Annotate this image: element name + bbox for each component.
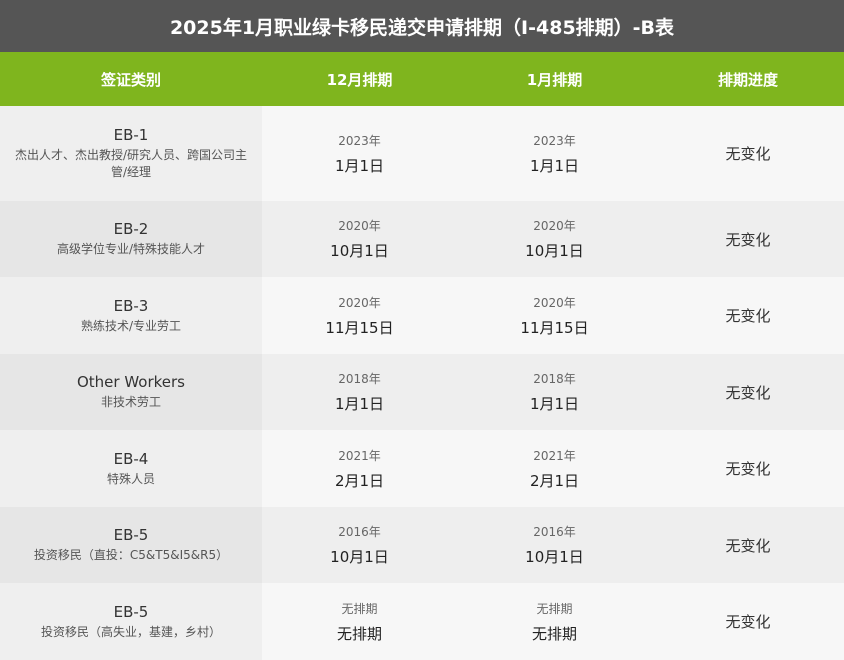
category-description: 杰出人才、杰出教授/研究人员、跨国公司主管/经理 (14, 148, 248, 179)
january-year: 2021年 (533, 448, 576, 463)
category-code: Other Workers (76, 373, 186, 391)
table-row: EB-2 高级学位专业/特殊技能人才 2020年 10月1日 2020年 10月… (0, 201, 844, 277)
january-cell: 2021年 2月1日 (457, 430, 652, 507)
january-year: 2020年 (533, 295, 576, 310)
january-year: 2023年 (533, 133, 576, 148)
january-date: 无排期 (531, 624, 577, 643)
category-description: 高级学位专业/特殊技能人才 (56, 242, 206, 256)
december-year: 2021年 (338, 448, 381, 463)
progress-cell: 无变化 (652, 430, 844, 507)
progress-cell: 无变化 (652, 583, 844, 660)
header-progress: 排期进度 (717, 70, 778, 89)
category-code: EB-5 (113, 526, 149, 544)
january-cell: 2016年 10月1日 (457, 507, 652, 583)
table-title: 2025年1月职业绿卡移民递交申请排期（I-485排期）-B表 (0, 0, 844, 52)
progress-text: 无变化 (725, 145, 771, 163)
progress-cell: 无变化 (652, 201, 844, 277)
january-date: 10月1日 (525, 242, 584, 260)
december-cell: 2016年 10月1日 (262, 507, 457, 583)
december-year: 2018年 (338, 372, 381, 386)
december-date: 10月1日 (330, 242, 389, 260)
january-year: 2016年 (533, 525, 576, 539)
january-cell: 2023年 1月1日 (457, 106, 652, 201)
progress-text: 无变化 (725, 230, 771, 249)
december-cell: 2023年 1月1日 (262, 106, 457, 201)
category-code: EB-1 (113, 126, 149, 144)
december-cell: 2018年 1月1日 (262, 354, 457, 430)
january-date: 10月1日 (525, 548, 584, 566)
december-year: 2023年 (338, 133, 381, 148)
progress-text: 无变化 (725, 536, 771, 555)
category-description: 非技术劳工 (100, 395, 161, 409)
december-cell: 2020年 11月15日 (262, 277, 457, 354)
category-cell: EB-4 特殊人员 (0, 430, 262, 507)
category-cell: EB-2 高级学位专业/特殊技能人才 (0, 201, 262, 277)
progress-cell: 无变化 (652, 507, 844, 583)
table-body: EB-1 杰出人才、杰出教授/研究人员、跨国公司主管/经理 2023年 1月1日… (0, 106, 844, 660)
december-year: 无排期 (341, 601, 378, 616)
december-date: 2月1日 (334, 471, 385, 490)
january-cell: 2020年 11月15日 (457, 277, 652, 354)
january-cell: 2018年 1月1日 (457, 354, 652, 430)
progress-text: 无变化 (725, 460, 771, 478)
category-description: 特殊人员 (106, 471, 155, 486)
december-year: 2016年 (338, 525, 381, 539)
january-year: 2020年 (533, 219, 576, 233)
table-row: EB-3 熟练技术/专业劳工 2020年 11月15日 2020年 11月15日… (0, 277, 844, 354)
category-cell: EB-3 熟练技术/专业劳工 (0, 277, 262, 354)
category-description: 熟练技术/专业劳工 (80, 318, 182, 333)
category-code: EB-2 (113, 220, 149, 238)
table-row: EB-5 投资移民（直投：C5&T5&I5&R5） 2016年 10月1日 20… (0, 507, 844, 583)
table-row: Other Workers 非技术劳工 2018年 1月1日 2018年 1月1… (0, 354, 844, 430)
december-date: 10月1日 (330, 548, 389, 566)
january-year: 无排期 (536, 601, 573, 616)
progress-text: 无变化 (725, 383, 771, 402)
header-visa-category: 签证类别 (100, 70, 161, 89)
december-cell: 2021年 2月1日 (262, 430, 457, 507)
header-january: 1月排期 (526, 70, 583, 89)
january-date: 1月1日 (529, 156, 580, 175)
progress-text: 无变化 (725, 307, 771, 325)
category-code: EB-5 (113, 602, 149, 621)
december-year: 2020年 (338, 295, 381, 310)
december-date: 无排期 (336, 624, 382, 643)
header-december: 12月排期 (326, 70, 393, 89)
progress-cell: 无变化 (652, 354, 844, 430)
category-cell: EB-5 投资移民（高失业，基建，乡村） (0, 583, 262, 660)
december-date: 11月15日 (325, 318, 394, 337)
table-header: 签证类别 12月排期 1月排期 排期进度 (0, 52, 844, 106)
december-date: 1月1日 (334, 395, 385, 413)
december-date: 1月1日 (334, 156, 385, 175)
january-date: 11月15日 (520, 318, 589, 337)
category-description: 投资移民（高失业，基建，乡村） (40, 624, 221, 639)
category-code: EB-3 (113, 296, 149, 315)
category-cell: EB-1 杰出人才、杰出教授/研究人员、跨国公司主管/经理 (0, 106, 262, 201)
progress-cell: 无变化 (652, 106, 844, 201)
january-year: 2018年 (533, 372, 576, 386)
progress-cell: 无变化 (652, 277, 844, 354)
category-description: 投资移民（直投：C5&T5&I5&R5） (33, 548, 229, 562)
progress-text: 无变化 (725, 613, 771, 631)
category-cell: Other Workers 非技术劳工 (0, 354, 262, 430)
december-cell: 2020年 10月1日 (262, 201, 457, 277)
category-cell: EB-5 投资移民（直投：C5&T5&I5&R5） (0, 507, 262, 583)
december-cell: 无排期 无排期 (262, 583, 457, 660)
december-year: 2020年 (338, 219, 381, 233)
january-cell: 无排期 无排期 (457, 583, 652, 660)
january-date: 2月1日 (529, 471, 580, 490)
january-date: 1月1日 (529, 395, 580, 413)
table-row: EB-5 投资移民（高失业，基建，乡村） 无排期 无排期 无排期 无排期 无变化 (0, 583, 844, 660)
category-code: EB-4 (113, 449, 149, 468)
january-cell: 2020年 10月1日 (457, 201, 652, 277)
table-row: EB-4 特殊人员 2021年 2月1日 2021年 2月1日 无变化 (0, 430, 844, 507)
table-row: EB-1 杰出人才、杰出教授/研究人员、跨国公司主管/经理 2023年 1月1日… (0, 106, 844, 201)
